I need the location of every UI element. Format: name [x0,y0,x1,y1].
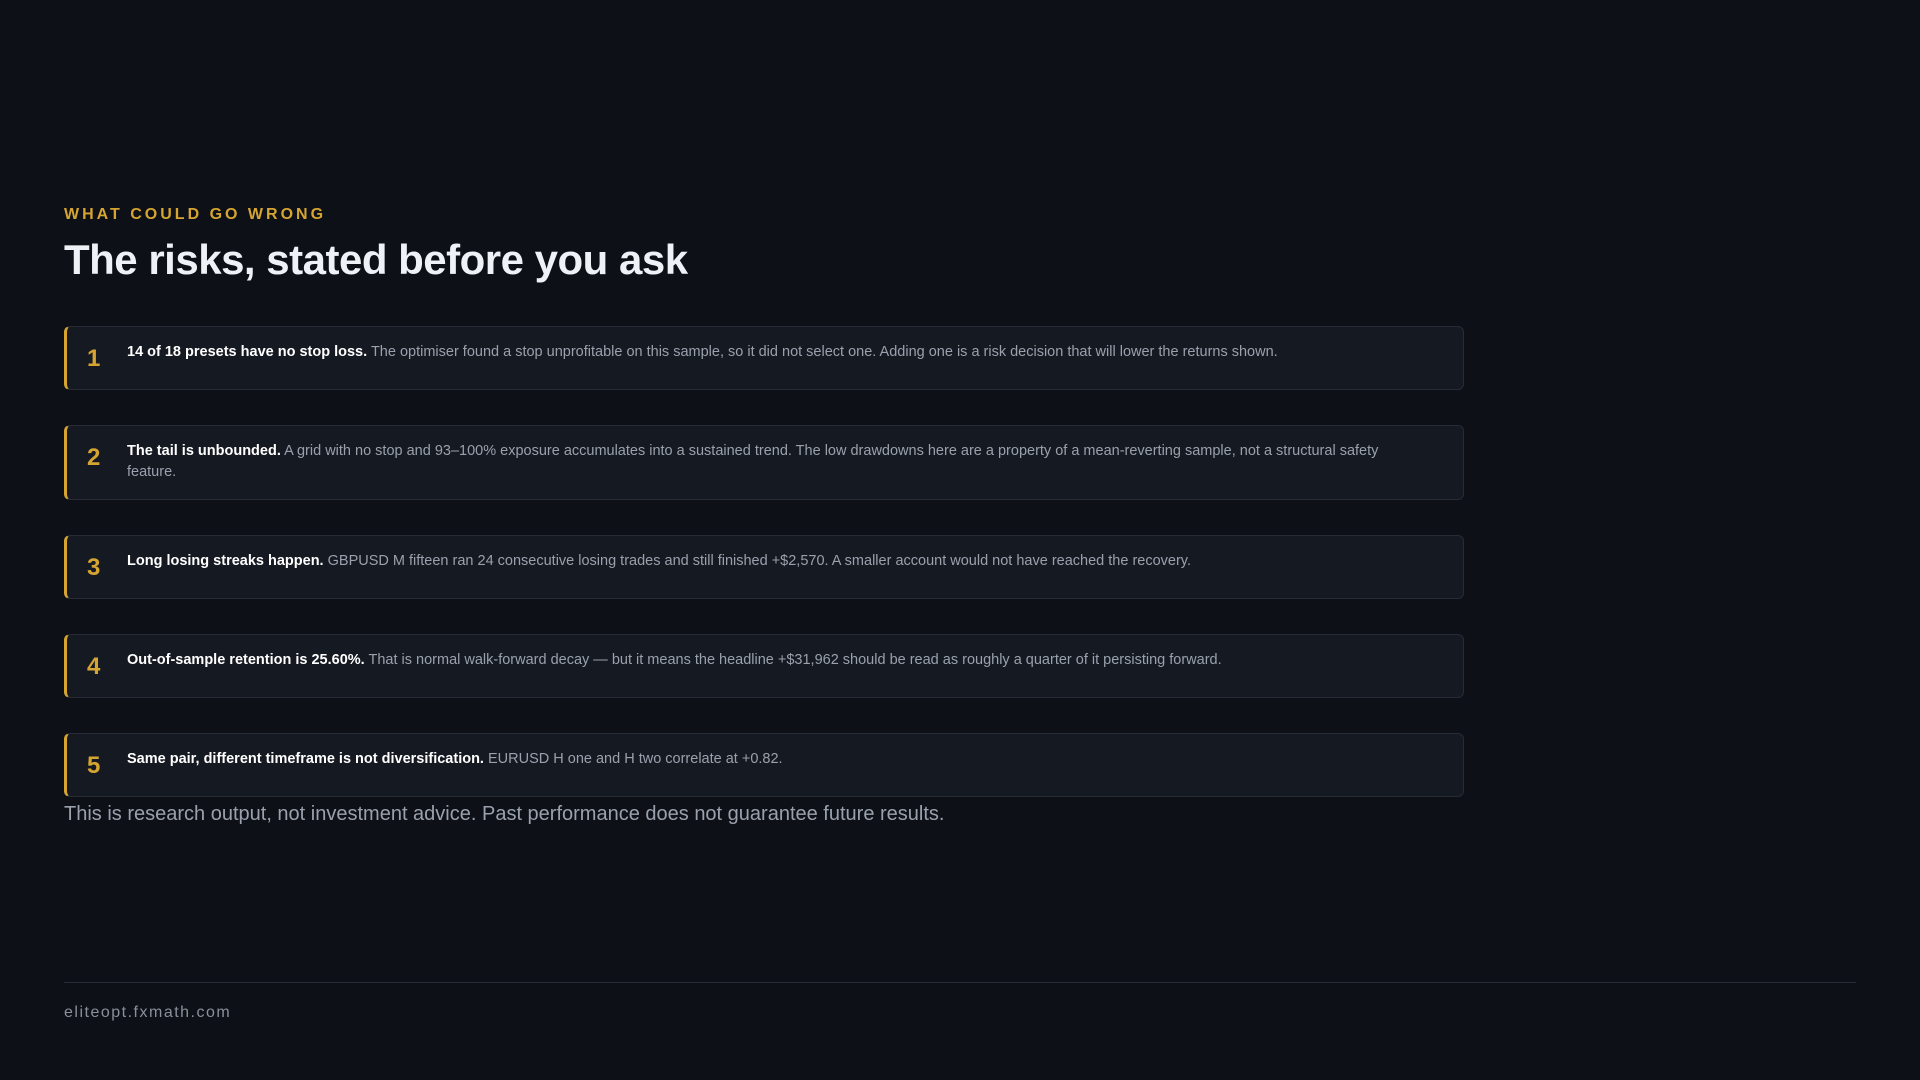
risk-text: Same pair, different timeframe is not di… [127,749,1423,770]
risk-lead: Same pair, different timeframe is not di… [127,751,484,767]
footer-divider [64,982,1856,983]
risk-lead: Out-of-sample retention is 25.60%. [127,652,365,668]
risk-text: The tail is unbounded. A grid with no st… [127,441,1423,483]
risk-body: GBPUSD M fifteen ran 24 consecutive losi… [327,553,1191,569]
risk-list: 1 14 of 18 presets have no stop loss. Th… [64,326,1464,832]
risk-card-3: 3 Long losing streaks happen. GBPUSD M f… [64,535,1464,599]
risk-number: 3 [87,554,101,581]
risk-card-2: 2 The tail is unbounded. A grid with no … [64,425,1464,500]
risk-body: EURUSD H one and H two correlate at +0.8… [488,751,783,767]
risk-number: 2 [87,444,101,471]
risk-text: Out-of-sample retention is 25.60%. That … [127,650,1423,671]
risk-text: 14 of 18 presets have no stop loss. The … [127,342,1423,363]
risk-body: A grid with no stop and 93–100% exposure… [127,443,1379,480]
disclaimer: This is research output, not investment … [64,803,945,825]
risk-card-4: 4 Out-of-sample retention is 25.60%. Tha… [64,634,1464,698]
risk-number: 4 [87,653,101,680]
section-eyebrow: WHAT COULD GO WRONG [64,206,327,223]
risk-number: 5 [87,752,101,779]
footer-url: eliteopt.fxmath.com [64,1004,232,1021]
risk-lead: 14 of 18 presets have no stop loss. [127,344,368,360]
slide: WHAT COULD GO WRONG The risks, stated be… [0,0,1920,1080]
risk-body: That is normal walk-forward decay — but … [368,652,1222,668]
risk-card-1: 1 14 of 18 presets have no stop loss. Th… [64,326,1464,390]
risk-lead: The tail is unbounded. [127,443,281,459]
risk-card-5: 5 Same pair, different timeframe is not … [64,733,1464,797]
risk-number: 1 [87,345,101,372]
risk-lead: Long losing streaks happen. [127,553,324,569]
page-title: The risks, stated before you ask [64,236,688,283]
risk-text: Long losing streaks happen. GBPUSD M fif… [127,551,1423,572]
risk-body: The optimiser found a stop unprofitable … [370,344,1278,360]
